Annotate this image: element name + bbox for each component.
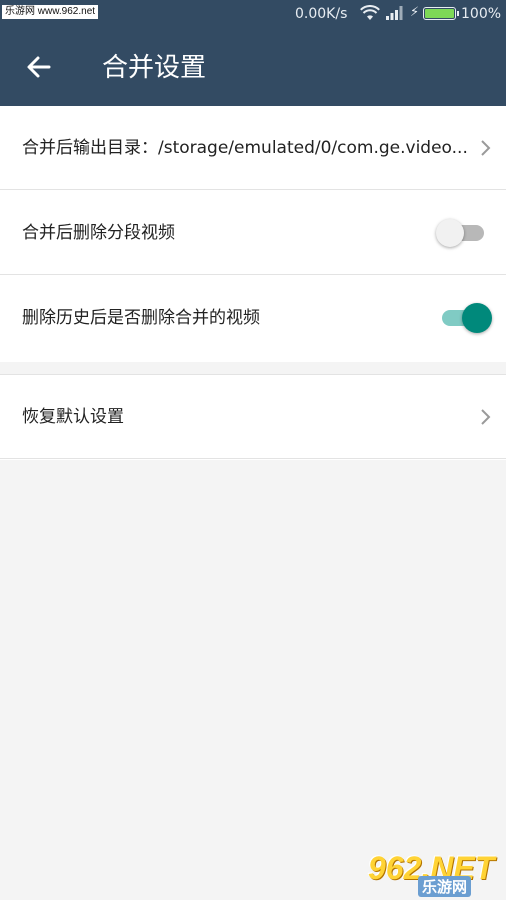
toggle-knob (462, 303, 492, 333)
delete-merged-row[interactable]: 删除历史后是否删除合并的视频 (0, 276, 506, 360)
arrow-left-icon[interactable] (24, 52, 54, 82)
page-title: 合并设置 (102, 53, 207, 83)
battery-fill (425, 9, 454, 18)
restore-defaults-label: 恢复默认设置 (22, 407, 124, 427)
delete-segments-toggle[interactable] (436, 218, 486, 248)
app-header: 乐游网 www.962.net 0.00K/s ⚡ 100% 合并设置 (0, 0, 506, 106)
chevron-right-icon (481, 409, 491, 425)
signal-icon (386, 6, 403, 20)
charging-icon: ⚡ (410, 5, 420, 20)
settings-group-reset: 恢复默认设置 (0, 374, 506, 460)
watermark-subtitle: 乐游网 (418, 876, 472, 897)
delete-merged-toggle[interactable] (442, 303, 492, 333)
output-directory-label: 合并后输出目录：/storage/emulated/0/com.ge.video… (22, 138, 468, 158)
battery-icon (423, 7, 459, 20)
watermark-logo: 962.NET 乐游网 (366, 850, 500, 897)
delete-segments-row[interactable]: 合并后删除分段视频 (0, 191, 506, 275)
settings-group-main: 合并后输出目录：/storage/emulated/0/com.ge.video… (0, 106, 506, 362)
watermark-top: 乐游网 www.962.net (2, 5, 99, 19)
battery-percent: 100% (461, 6, 502, 22)
delete-merged-label: 删除历史后是否删除合并的视频 (22, 308, 260, 328)
chevron-right-icon (481, 140, 491, 156)
output-directory-row[interactable]: 合并后输出目录：/storage/emulated/0/com.ge.video… (0, 106, 506, 190)
toggle-knob (436, 219, 464, 247)
delete-segments-label: 合并后删除分段视频 (22, 223, 175, 243)
network-speed: 0.00K/s (295, 6, 348, 22)
restore-defaults-row[interactable]: 恢复默认设置 (0, 375, 506, 459)
wifi-icon (360, 5, 380, 20)
status-bar: 乐游网 www.962.net 0.00K/s ⚡ 100% (0, 0, 506, 28)
